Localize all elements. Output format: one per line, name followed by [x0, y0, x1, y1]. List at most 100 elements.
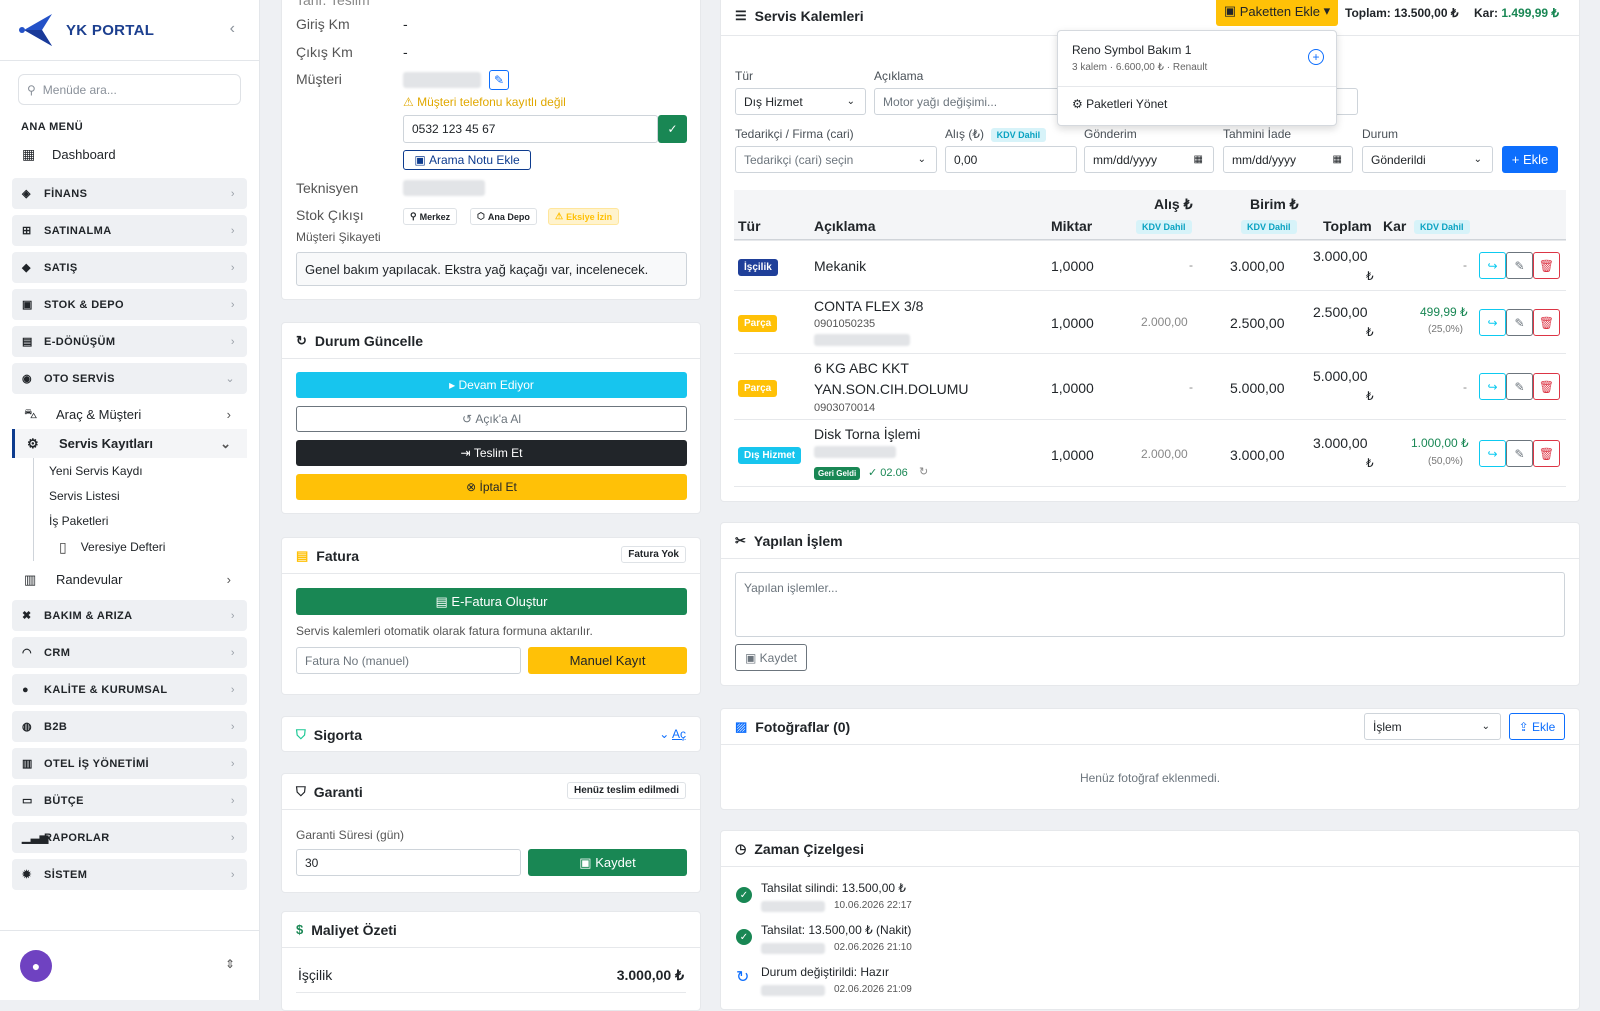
- sidebar-group-finans[interactable]: ◈ FİNANS ›: [12, 178, 247, 209]
- move-button[interactable]: ↪: [1479, 440, 1506, 467]
- phone-input[interactable]: 0532 123 45 67: [403, 115, 658, 143]
- kalem-ekle-button[interactable]: + Ekle: [1502, 146, 1558, 173]
- row-currency: ₺: [1366, 325, 1374, 339]
- garanti-kaydet-button[interactable]: ▣ Kaydet: [528, 849, 687, 876]
- sidebar-group-otel[interactable]: ▥ OTEL İŞ YÖNETİMİ ›: [12, 748, 247, 779]
- giris-km-label: Giriş Km: [296, 16, 350, 32]
- row-birim: 5.000,00: [1230, 380, 1285, 396]
- tur-select[interactable]: Dış Hizmet ⌄: [735, 88, 866, 115]
- sidebar-group-stok[interactable]: ▣ STOK & DEPO ›: [12, 289, 247, 320]
- move-button[interactable]: ↪: [1479, 309, 1506, 336]
- sidebar-group-crm[interactable]: ◠ CRM ›: [12, 637, 247, 668]
- tedarikci-select[interactable]: Tedarikçi (cari) seçin ⌄: [735, 146, 937, 173]
- sidebar-group-kalite[interactable]: ● KALİTE & KURUMSAL ›: [12, 674, 247, 705]
- row-desc-line2: YAN.SON.CIH.DOLUMU: [814, 381, 969, 397]
- manuel-kayit-button[interactable]: Manuel Kayıt: [528, 647, 687, 674]
- sigorta-header: ⛉ Sigorta ⌄ Aç: [296, 727, 686, 743]
- move-button[interactable]: ↪: [1479, 373, 1506, 400]
- efatura-button[interactable]: ▤ E-Fatura Oluştur: [296, 588, 687, 615]
- col-alis: Alış ₺: [1154, 196, 1193, 212]
- table-row[interactable]: Dış Hizmet Disk Torna İşlemi Geri Geldi …: [734, 419, 1566, 487]
- sidebar-group-butce[interactable]: ▭ BÜTÇE ›: [12, 785, 247, 816]
- sidebar-item-dashboard[interactable]: ▦ Dashboard: [12, 139, 247, 170]
- sidebar-group-otoservis[interactable]: ◉ OTO SERVİS ⌄: [12, 363, 247, 394]
- teslim-et-button[interactable]: ⇥ Teslim Et: [296, 440, 687, 466]
- undo-icon[interactable]: ↻: [919, 465, 928, 478]
- gear-icon: ✹: [22, 869, 32, 881]
- sidebar-group-b2b[interactable]: ◍ B2B ›: [12, 711, 247, 742]
- durum-select[interactable]: Gönderildi ⌄: [1362, 146, 1493, 173]
- phone-confirm-button[interactable]: ✓: [658, 115, 687, 143]
- teknisyen-label: Teknisyen: [296, 180, 359, 196]
- islem-textarea[interactable]: Yapılan işlemler...: [735, 572, 1565, 637]
- sidebar-group-bakim[interactable]: ✖ BAKIM & ARIZA ›: [12, 600, 247, 631]
- row-birim: 3.000,00: [1230, 258, 1285, 274]
- delete-button[interactable]: 🗑: [1533, 373, 1560, 400]
- acik-a-al-button[interactable]: ↺ Açık'a Al: [296, 406, 687, 432]
- row-toplam: 2.500,00: [1313, 304, 1368, 320]
- list-icon: ☰: [735, 7, 747, 23]
- collapse-sidebar-icon[interactable]: ‹: [230, 20, 235, 38]
- dollar-icon: $: [296, 922, 304, 937]
- paketten-ekle-button[interactable]: ▣ Paketten Ekle ▾: [1216, 0, 1338, 26]
- timeline-date: 02.06.2026 21:09: [834, 984, 912, 995]
- paket-item[interactable]: Reno Symbol Bakım 1 3 kalem · 6.600,00 ₺…: [1058, 31, 1336, 87]
- add-circle-icon[interactable]: +: [1308, 49, 1324, 65]
- fatura-note: Servis kalemleri otomatik olarak fatura …: [296, 624, 593, 638]
- tahmini-iade-date-input[interactable]: mm/dd/yyyy ▦: [1223, 146, 1353, 173]
- row-alis: -: [1189, 258, 1193, 272]
- teslim-label: Tahr. Teslim: [296, 0, 370, 8]
- sidebar-group-edonusum[interactable]: ▤ E-DÖNÜŞÜM ›: [12, 326, 247, 357]
- cart-icon: ⊞: [22, 225, 32, 237]
- iscilik-value: 3.000,00 ₺: [616, 967, 684, 983]
- sidebar-item-veresiye[interactable]: ▯ Veresiye Defteri: [34, 533, 259, 561]
- sidebar-group-sistem[interactable]: ✹ SİSTEM ›: [12, 859, 247, 890]
- sigorta-toggle[interactable]: ⌄ Aç: [659, 727, 686, 741]
- arama-notu-button[interactable]: ▣ Arama Notu Ekle: [403, 150, 531, 170]
- alis-input[interactable]: 0,00: [945, 146, 1077, 173]
- menu-search-input[interactable]: ⚲ Menüde ara...: [18, 74, 241, 105]
- sidebar-item-yeni-servis[interactable]: Yeni Servis Kaydı: [34, 458, 259, 483]
- tedarikci-label: Tedarikçi / Firma (cari): [735, 127, 854, 141]
- avatar[interactable]: ●: [20, 950, 52, 982]
- foto-ekle-button[interactable]: ⇪ Ekle: [1509, 713, 1565, 740]
- sidebar-item-arac-musteri[interactable]: ⛍ Araç & Müşteri ›: [12, 400, 247, 429]
- foto-type-select[interactable]: İşlem ⌄: [1364, 713, 1501, 740]
- sidebar-group-raporlar[interactable]: ▁▃▅ RAPORLAR ›: [12, 822, 247, 853]
- maliyet-header: $ Maliyet Özeti: [282, 912, 700, 948]
- tag-icon: ◆: [22, 262, 31, 274]
- sidebar-item-is-paketleri[interactable]: İş Paketleri: [34, 508, 259, 533]
- delete-button[interactable]: 🗑: [1533, 440, 1560, 467]
- row-birim: 2.500,00: [1230, 315, 1285, 331]
- move-button[interactable]: ↪: [1479, 252, 1506, 279]
- delete-button[interactable]: 🗑: [1533, 309, 1560, 336]
- edit-button[interactable]: ✎: [1506, 252, 1533, 279]
- gonderim-date-input[interactable]: mm/dd/yyyy ▦: [1084, 146, 1214, 173]
- sidebar-item-servis-listesi[interactable]: Servis Listesi: [34, 483, 259, 508]
- sidebar-item-servis-kayitlari[interactable]: ⚙ Servis Kayıtları ⌄: [12, 429, 247, 458]
- chevron-right-icon: ›: [230, 224, 235, 237]
- sikayet-field[interactable]: Genel bakım yapılacak. Ekstra yağ kaçağı…: [296, 252, 687, 286]
- islem-kaydet-button[interactable]: ▣ Kaydet: [735, 644, 807, 671]
- yapilan-islem-card: ✂ Yapılan İşlem Yapılan işlemler... ▣ Kay…: [720, 522, 1580, 686]
- edit-button[interactable]: ✎: [1506, 373, 1533, 400]
- devam-ediyor-button[interactable]: ▸ Devam Ediyor: [296, 372, 687, 398]
- table-row[interactable]: Parça CONTA FLEX 3/8 0901050235 1,0000 2…: [734, 290, 1566, 353]
- edit-button[interactable]: ✎: [1506, 309, 1533, 336]
- edit-button[interactable]: ✎: [1506, 440, 1533, 467]
- iptal-et-button[interactable]: ⊗ İptal Et: [296, 474, 687, 500]
- sidebar-item-randevular[interactable]: ▥ Randevular ›: [12, 565, 247, 594]
- paketleri-yonet-item[interactable]: ⚙ Paketleri Yönet: [1072, 97, 1167, 111]
- table-row[interactable]: Parça 6 KG ABC KKT YAN.SON.CIH.DOLUMU 09…: [734, 353, 1566, 419]
- table-row[interactable]: İşçilik Mekanik 1,0000 - 3.000,00 3.000,…: [734, 240, 1566, 290]
- sidebar-group-satinalma[interactable]: ⊞ SATINALMA ›: [12, 215, 247, 246]
- brand[interactable]: YK PORTAL ‹: [0, 0, 259, 60]
- delete-button[interactable]: 🗑: [1533, 252, 1560, 279]
- chevron-updown-icon[interactable]: ⇕: [225, 957, 235, 971]
- sidebar-group-satis[interactable]: ◆ SATIŞ ›: [12, 252, 247, 283]
- col-birim: Birim ₺: [1250, 196, 1299, 212]
- alis-label: Alış (₺) KDV Dahil: [945, 127, 1047, 142]
- fatura-no-input[interactable]: Fatura No (manuel): [296, 647, 521, 674]
- garanti-sure-input[interactable]: 30: [296, 849, 521, 876]
- edit-customer-button[interactable]: ✎: [489, 70, 509, 90]
